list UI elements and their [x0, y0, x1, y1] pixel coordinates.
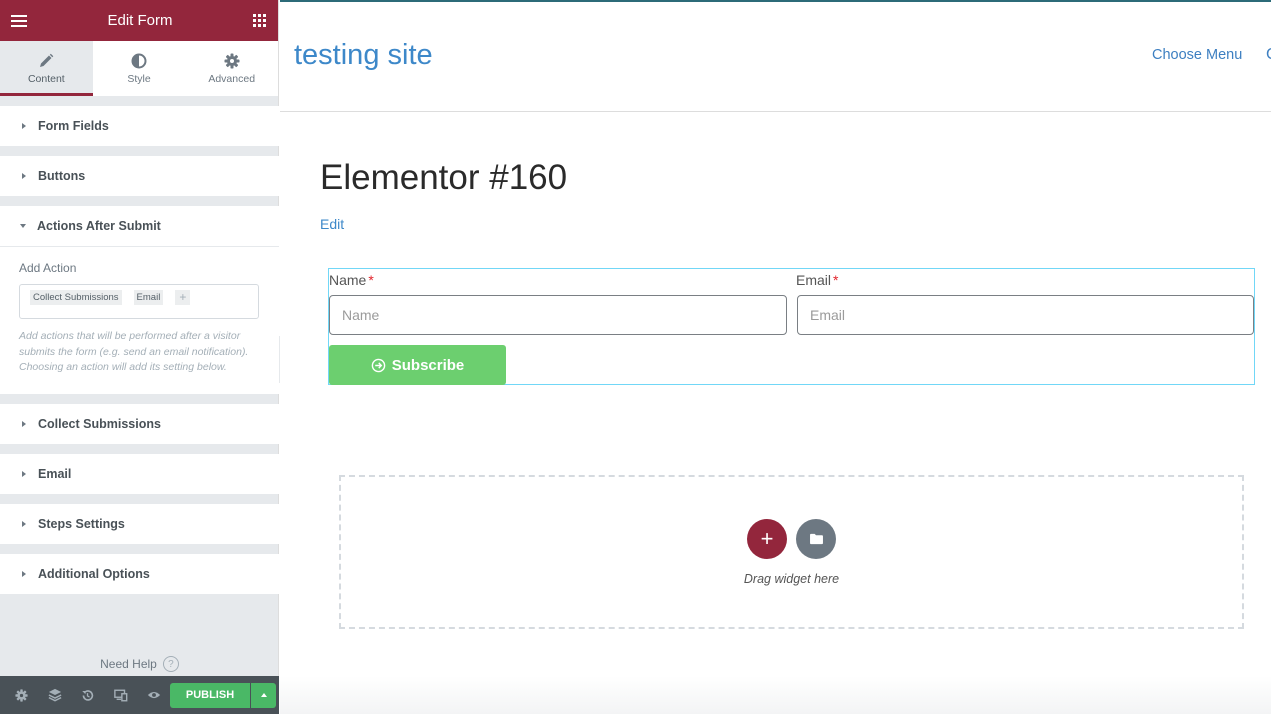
required-asterisk: * [368, 272, 374, 288]
add-action-select[interactable]: Collect Submissions Email + [19, 284, 259, 319]
grid-icon[interactable] [252, 14, 266, 27]
preview-eye-icon[interactable] [137, 690, 170, 700]
empty-section-drop-zone[interactable]: + Drag widget here [339, 475, 1244, 629]
menu-toggle-partial[interactable]: C [1266, 46, 1271, 64]
panel-title: Edit Form [107, 12, 173, 29]
panel-footer: PUBLISH [0, 676, 279, 714]
section-label: Steps Settings [38, 516, 125, 531]
caret-right-icon [22, 470, 26, 477]
panel-tabs: Content Style Advanced [0, 41, 278, 96]
subscribe-label: Subscribe [391, 356, 465, 374]
need-help-label: Need Help [100, 657, 157, 671]
preview-area: testing site Choose Menu C Elementor #16… [280, 0, 1271, 714]
add-template-button[interactable] [796, 519, 836, 559]
section-email: Email [0, 453, 279, 494]
drop-zone-buttons: + [747, 519, 836, 559]
plus-icon: + [760, 526, 774, 551]
section-label: Email [38, 466, 72, 481]
section-header[interactable]: Additional Options [0, 554, 279, 594]
add-action-label: Add Action [19, 261, 77, 275]
section-actions-after-submit: Actions After Submit Add Action Collect … [0, 206, 279, 394]
caret-right-icon [22, 570, 26, 577]
section-label: Collect Submissions [38, 416, 161, 431]
hamburger-icon[interactable] [11, 14, 27, 27]
drag-widget-hint: Drag widget here [743, 572, 840, 586]
form-widget[interactable]: Name* Email* Subscribe [328, 268, 1255, 385]
section-header[interactable]: Collect Submissions [0, 404, 279, 444]
action-tag[interactable]: Email [133, 290, 164, 305]
caret-down-icon [20, 224, 26, 228]
section-header[interactable]: Form Fields [0, 106, 279, 146]
section-header[interactable]: Steps Settings [0, 504, 279, 544]
site-title-link[interactable]: testing site [294, 39, 433, 72]
section-form-fields: Form Fields [0, 106, 279, 146]
tab-style-label: Style [127, 73, 151, 85]
caret-right-icon [22, 520, 26, 527]
tab-advanced-label: Advanced [208, 73, 256, 85]
email-label-text: Email [796, 272, 832, 288]
section-content: Add Action Collect Submissions Email + A… [0, 246, 279, 394]
panel-header: Edit Form [0, 0, 278, 41]
section-collect-submissions: Collect Submissions [0, 403, 279, 444]
tab-advanced[interactable]: Advanced [185, 41, 278, 96]
section-header[interactable]: Buttons [0, 156, 279, 196]
tab-content-label: Content [27, 73, 65, 85]
add-action-plus-icon[interactable]: + [175, 290, 191, 305]
add-action-description: Add actions that will be performed after… [19, 330, 249, 373]
email-field-label: Email * [796, 272, 838, 288]
site-header: testing site Choose Menu C [280, 2, 1271, 112]
section-label: Additional Options [38, 566, 150, 581]
section-label: Form Fields [38, 119, 109, 133]
tab-style[interactable]: Style [93, 41, 186, 96]
section-label: Actions After Submit [37, 219, 161, 233]
caret-right-icon [22, 173, 26, 179]
email-input[interactable] [797, 295, 1254, 335]
history-icon[interactable] [71, 689, 104, 702]
folder-icon [809, 533, 823, 545]
section-header[interactable]: Email [0, 454, 279, 494]
settings-icon[interactable] [5, 688, 38, 702]
section-label: Buttons [38, 169, 86, 183]
editor-panel: Edit Form Content Style Advanced Form Fi… [0, 0, 279, 714]
gear-icon [224, 53, 240, 69]
pencil-icon [38, 53, 54, 69]
caret-right-icon [22, 123, 26, 129]
page-title: Elementor #160 [320, 158, 568, 197]
section-header[interactable]: Actions After Submit [0, 206, 279, 246]
half-circle-icon [131, 53, 147, 69]
question-circle-icon: ? [162, 656, 179, 672]
section-steps-settings: Steps Settings [0, 503, 279, 544]
navigator-layers-icon[interactable] [38, 688, 71, 702]
tab-content[interactable]: Content [0, 41, 93, 96]
name-field-label: Name * [329, 272, 374, 288]
publish-button[interactable]: PUBLISH [170, 682, 250, 708]
section-additional-options: Additional Options [0, 553, 279, 594]
edit-link[interactable]: Edit [320, 216, 344, 232]
subscribe-button[interactable]: Subscribe [329, 345, 506, 385]
responsive-mode-icon[interactable] [104, 689, 137, 702]
name-input[interactable] [329, 295, 787, 335]
add-section-button[interactable]: + [747, 519, 787, 559]
preview-bottom-fade [280, 676, 1271, 714]
required-asterisk: * [833, 272, 839, 288]
panel-body: Form Fields Buttons Actions After Submit… [0, 96, 279, 594]
caret-right-icon [22, 420, 26, 427]
need-help-link[interactable]: Need Help ? [0, 656, 279, 672]
caret-up-icon [260, 693, 267, 697]
choose-menu-link[interactable]: Choose Menu [1152, 47, 1242, 63]
action-tag[interactable]: Collect Submissions [30, 290, 122, 305]
section-buttons: Buttons [0, 156, 279, 196]
publish-group: PUBLISH [170, 682, 276, 708]
name-label-text: Name [329, 272, 367, 288]
publish-options-button[interactable] [251, 682, 276, 708]
arrow-circle-right-icon [371, 358, 386, 372]
